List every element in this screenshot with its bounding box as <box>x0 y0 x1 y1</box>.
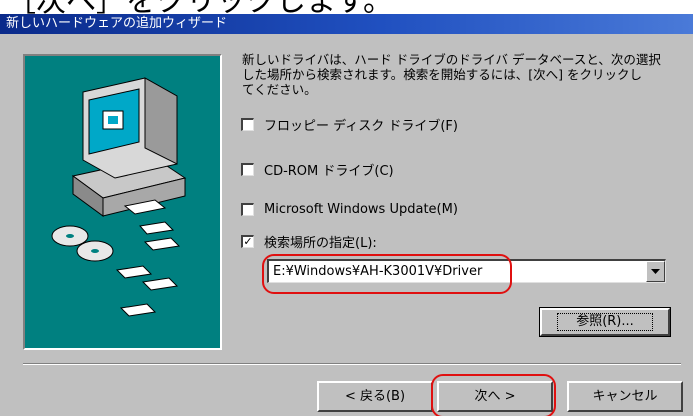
description-line: てください。 <box>242 82 317 97</box>
browse-button[interactable]: 参照(R)... <box>539 307 671 337</box>
wizard-description: 新しいドライバは、ハード ドライブのドライバ データベースと、次の選択 した場所… <box>242 52 682 97</box>
computer-with-discs-icon <box>51 77 187 317</box>
cancel-button[interactable]: キャンセル <box>567 381 683 412</box>
browse-button-label: 参照(R)... <box>557 313 653 331</box>
chevron-down-icon <box>651 269 660 274</box>
wizard-window: 新しいハードウェアの追加ウィザード 新しいドライバは、ハード ドライブのドライバ… <box>0 14 693 416</box>
cdrom-label: CD-ROM ドライブ(C) <box>264 163 394 179</box>
window-title: 新しいハードウェアの追加ウィザード <box>0 14 693 34</box>
floppy-checkbox[interactable] <box>241 117 254 131</box>
option-cdrom[interactable]: CD-ROM ドライブ(C) <box>241 159 394 179</box>
windows-update-label: Microsoft Windows Update(M) <box>264 201 458 217</box>
option-windows-update[interactable]: Microsoft Windows Update(M) <box>241 199 458 219</box>
back-button[interactable]: < 戻る(B) <box>317 381 433 412</box>
description-line: した場所から検索されます。検索を開始するには、[次へ] をクリックし <box>242 67 642 82</box>
path-dropdown-button[interactable] <box>646 261 665 282</box>
next-button[interactable]: 次へ > <box>437 381 553 412</box>
search-location-label: 検索場所の指定(L): <box>264 235 377 251</box>
footer-divider <box>23 363 681 365</box>
cdrom-checkbox[interactable] <box>241 162 254 176</box>
option-search-location[interactable]: ✓ 検索場所の指定(L): <box>241 231 377 251</box>
wizard-illustration <box>23 54 222 350</box>
search-location-checkbox[interactable]: ✓ <box>241 234 254 248</box>
floppy-label: フロッピー ディスク ドライブ(F) <box>264 118 458 134</box>
search-path-combobox[interactable]: E:¥Windows¥AH-K3001V¥Driver <box>267 259 666 283</box>
search-path-input[interactable]: E:¥Windows¥AH-K3001V¥Driver <box>273 263 482 280</box>
description-line: 新しいドライバは、ハード ドライブのドライバ データベースと、次の選択 <box>242 52 661 67</box>
option-floppy[interactable]: フロッピー ディスク ドライブ(F) <box>241 114 458 134</box>
windows-update-checkbox[interactable] <box>241 202 254 216</box>
